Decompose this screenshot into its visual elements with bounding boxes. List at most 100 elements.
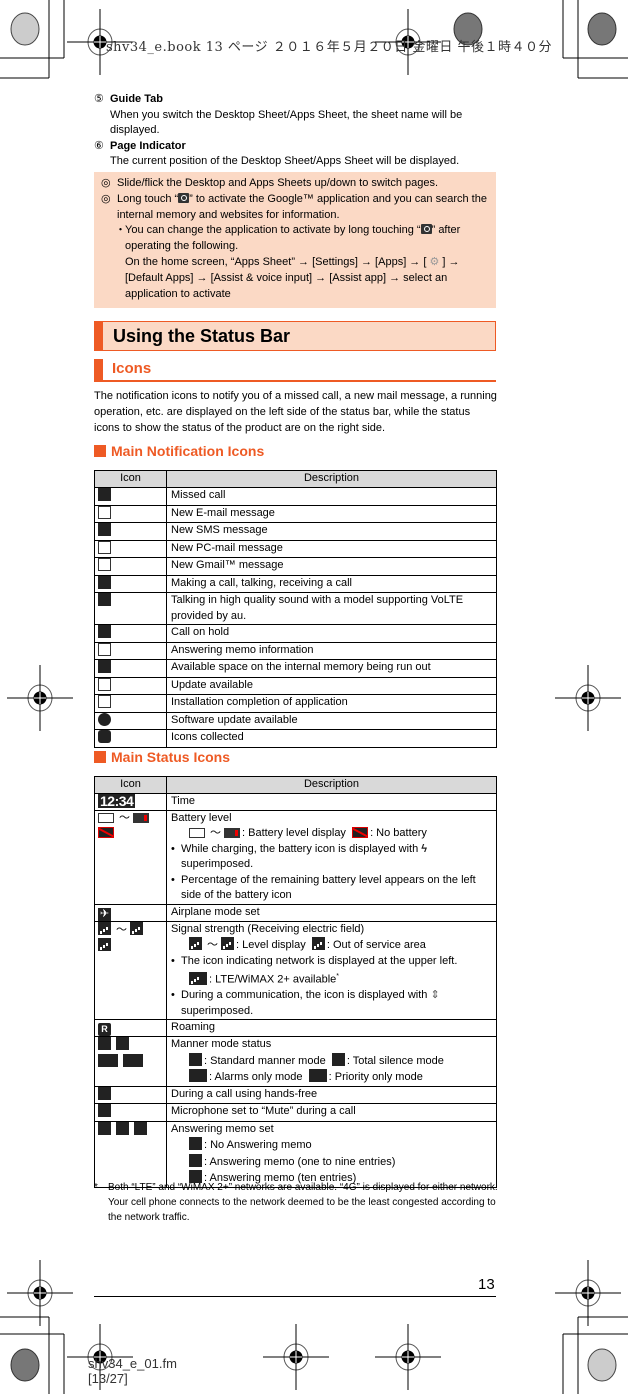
table-row: Icons collected — [94, 729, 497, 748]
row-description: Available space on the internal memory b… — [166, 659, 497, 678]
table-row: Update available — [94, 676, 497, 695]
guide-description: The current position of the Desktop Shee… — [110, 155, 460, 167]
battery-legend: 〜 : Battery level display : No battery — [171, 826, 496, 842]
table-row: Call on hold — [94, 624, 497, 643]
table-row: Making a call, talking, receiving a call — [94, 574, 497, 593]
note-text: You can change the application to activa… — [125, 224, 421, 237]
icons-collected-icon — [98, 730, 111, 743]
row-title: Manner mode status — [171, 1038, 272, 1051]
table-row: Installation completion of application — [94, 694, 497, 713]
no-battery-icon — [352, 827, 369, 838]
table-row: Available space on the internal memory b… — [94, 659, 497, 678]
row-description: Call on hold — [166, 624, 497, 643]
column-header-icon: Icon — [94, 776, 167, 794]
hands-free-icon — [98, 1086, 111, 1100]
registration-mark — [555, 1260, 621, 1326]
update-icon — [98, 677, 111, 691]
gear-icon: ⚙ — [429, 255, 440, 268]
guide-title: Guide Tab — [110, 93, 163, 105]
status-icons-table: Icon Description 12:34 Time 〜 Battery le… — [94, 776, 497, 1188]
data-transfer-arrows-icon: ⇕ — [430, 989, 440, 1002]
heading-square-icon — [94, 445, 106, 457]
time-icon: 12:34 — [98, 793, 136, 809]
priority-only-icon — [123, 1053, 144, 1067]
legend-text: : Level display — [236, 939, 306, 951]
answering-memo-none-icon — [98, 1121, 111, 1135]
notification-icons-table: Icon Description Missed call New E-mail m… — [94, 470, 497, 748]
table-row: Manner mode status : Standard manner mod… — [94, 1036, 497, 1087]
row-description: Making a call, talking, receiving a call — [166, 574, 497, 593]
signal-low-icon — [189, 937, 202, 950]
guide-description: When you switch the Desktop Sheet/Apps S… — [110, 108, 463, 137]
print-footer: shv34_e_01.fm [13/27] — [88, 1356, 177, 1386]
battery-full-icon — [98, 812, 114, 823]
guide-item: ⑥ Page Indicator The current position of … — [94, 139, 496, 170]
guide-title: Page Indicator — [110, 139, 186, 152]
table-row: During a call using hands-free — [94, 1085, 497, 1105]
registration-mark — [263, 1324, 329, 1390]
battery-low-icon — [133, 812, 149, 823]
total-silence-icon — [331, 1052, 345, 1066]
manner-legend: : Standard manner mode : Total silence m… — [171, 1052, 496, 1070]
row-description: Roaming — [166, 1019, 497, 1038]
google-search-key-icon — [178, 192, 190, 203]
legend-text: : LTE/WiMAX 2+ available — [209, 973, 337, 986]
table-row: Answering memo set : No Answering memo :… — [94, 1120, 497, 1188]
row-description: During a call using hands-free — [166, 1085, 497, 1105]
tilde: 〜 — [210, 827, 221, 839]
note-box: ◎ Slide/flick the Desktop and Apps Sheets… — [94, 172, 496, 309]
table-row: R Roaming — [94, 1019, 497, 1038]
signal-full-icon — [221, 937, 234, 950]
alarms-only-icon — [189, 1069, 207, 1083]
column-header-description: Description — [166, 776, 497, 794]
call-icon — [98, 575, 111, 589]
signal-low-icon — [98, 921, 111, 935]
subsection-heading: Icons — [94, 359, 496, 382]
bullet-marker: ・ — [115, 224, 126, 237]
table-row: 〜 Signal strength (Receiving electric fi… — [94, 920, 497, 1021]
note-marker: ◎ — [101, 177, 111, 189]
software-update-icon — [98, 712, 111, 726]
legend-text: : Total silence mode — [346, 1054, 444, 1067]
table-row: New Gmail™ message — [94, 557, 497, 576]
signal-full-icon — [130, 921, 143, 935]
lte-legend: : LTE/WiMAX 2+ available* — [171, 969, 496, 988]
row-description: Missed call — [166, 487, 497, 506]
registration-mark — [375, 1324, 441, 1390]
heading-text: Main Notification Icons — [111, 443, 265, 459]
manner-mode-icon — [98, 1037, 111, 1051]
legend-text: : Alarms only mode — [209, 1071, 303, 1084]
row-description: New E-mail message — [166, 504, 497, 523]
row-description: Software update available — [166, 711, 497, 730]
print-header-text: shv34_e.book 13 ページ ２０１６年５月２０日 金曜日 午後１時４… — [106, 40, 553, 55]
signal-out-of-service-icon — [311, 937, 325, 950]
gmail-icon — [98, 558, 111, 571]
heading-text: Main Status Icons — [111, 749, 231, 765]
memo-legend: : Answering memo (one to nine entries) — [171, 1153, 496, 1171]
signal-out-of-service-icon — [98, 938, 111, 951]
guide-number: ⑥ — [94, 139, 104, 152]
footnote-text: Both “LTE” and “WiMAX 2+” networks are a… — [108, 1182, 498, 1223]
guide-list: ⑤ Guide Tab When you switch the Desktop S… — [94, 92, 496, 170]
battery-low-icon — [224, 828, 240, 838]
row-description: Answering memo information — [166, 641, 497, 660]
bullet-text: superimposed. — [181, 858, 254, 870]
table-row: New PC-mail message — [94, 539, 497, 558]
memory-low-icon — [98, 660, 111, 673]
row-description: Time — [166, 793, 497, 811]
legend-text: : Battery level display — [242, 827, 346, 839]
table-row: New E-mail message — [94, 504, 497, 523]
mic-mute-icon — [98, 1104, 111, 1118]
table-row: Microphone set to “Mute” during a call — [94, 1103, 497, 1122]
legend-text: : No battery — [370, 827, 427, 839]
note-sub-line: You can change the application to activa… — [125, 223, 489, 302]
bullet-text: The icon indicating network is displayed… — [181, 954, 458, 967]
row-description: Microphone set to “Mute” during a call — [166, 1103, 497, 1122]
footnote: * Both “LTE” and “WiMAX 2+” networks are … — [94, 1180, 498, 1225]
footnote-mark: * — [336, 973, 339, 980]
row-description: New PC-mail message — [166, 539, 497, 558]
charging-bolt-icon: ϟ — [421, 842, 428, 855]
row-description: Update available — [166, 676, 497, 695]
column-header-description: Description — [166, 470, 497, 488]
bullet-text: During a communication, the icon is disp… — [181, 989, 428, 1002]
